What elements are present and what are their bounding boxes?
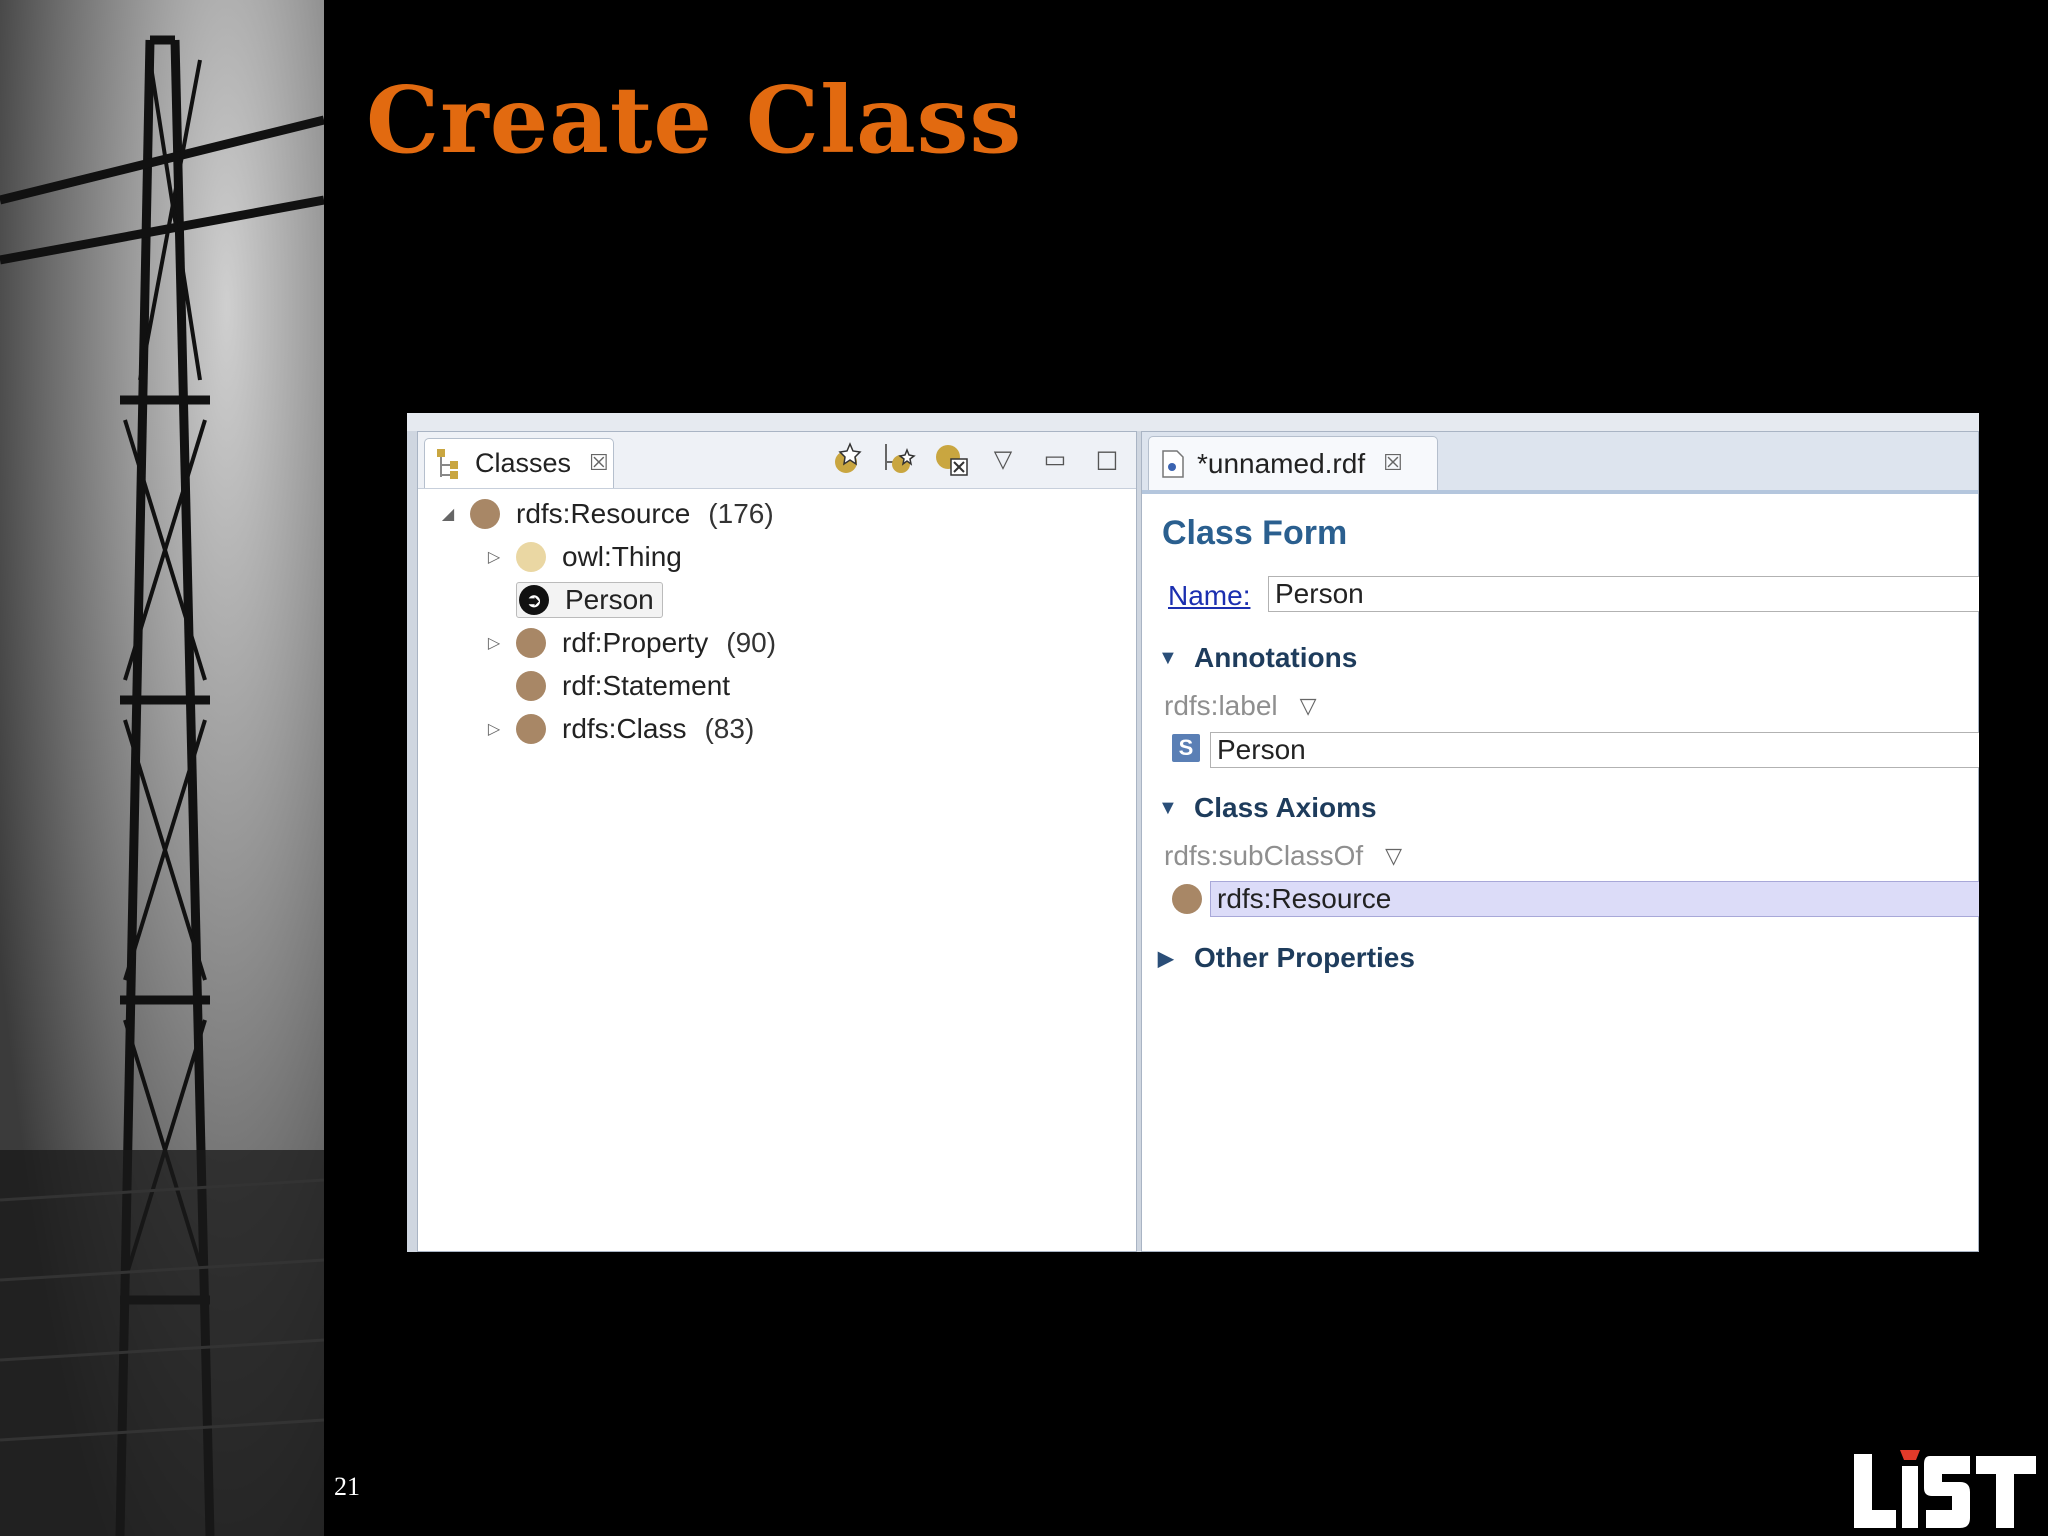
classes-view-toolbar: ▽ ▭ □	[828, 440, 1126, 478]
class-icon	[470, 499, 500, 529]
section-label: Other Properties	[1194, 942, 1415, 973]
new-subclass-icon[interactable]	[880, 440, 918, 478]
uist-logo-icon	[1854, 1450, 2036, 1528]
form-title: Class Form	[1162, 514, 1348, 552]
delete-class-icon[interactable]	[932, 440, 970, 478]
dropdown-icon[interactable]: ▽	[1385, 843, 1402, 869]
class-editor: *unnamed.rdf ☒ Class Form Name: Person ▼…	[1141, 431, 1979, 1252]
expanded-arrow-icon: ▼	[1158, 796, 1178, 819]
section-label: Annotations	[1194, 642, 1358, 673]
section-class-axioms[interactable]: ▼ Class Axioms	[1158, 792, 1377, 824]
app-screenshot: Classes ☒ ▽ ▭ □ ◢ rdfs:Resource (176) ▷ …	[407, 413, 1979, 1252]
tab-classes[interactable]: Classes ☒	[424, 438, 614, 488]
property-label: rdfs:subClassOf	[1164, 840, 1364, 871]
tree-item-owl-thing[interactable]: ▷ owl:Thing	[484, 537, 682, 577]
editor-tabbar: *unnamed.rdf ☒	[1142, 432, 1978, 494]
tab-unnamed-rdf-label: *unnamed.rdf	[1197, 447, 1366, 479]
rdfs-subclassof-property[interactable]: rdfs:subClassOf ▽	[1164, 840, 1402, 872]
crane-silhouette-icon	[0, 35, 324, 1536]
view-menu-icon[interactable]: ▽	[984, 440, 1022, 478]
class-icon	[516, 714, 546, 744]
selected-item-box: ➲ Person	[516, 582, 663, 618]
tree-item-rdf-statement[interactable]: rdf:Statement	[516, 666, 730, 706]
section-annotations[interactable]: ▼ Annotations	[1158, 642, 1357, 674]
expanded-arrow-icon: ▼	[1158, 646, 1178, 669]
tree-item-count: (176)	[708, 498, 774, 529]
subclass-value-field[interactable]: rdfs:Resource	[1210, 881, 1979, 917]
tree-item-count: (83)	[704, 713, 755, 744]
tree-item-rdfs-class[interactable]: ▷ rdfs:Class (83)	[484, 709, 754, 749]
tree-item-rdfs-resource[interactable]: ◢ rdfs:Resource (176)	[438, 494, 774, 534]
string-literal-icon: S	[1172, 734, 1200, 762]
section-label: Class Axioms	[1194, 792, 1377, 823]
new-class-icon[interactable]	[828, 440, 866, 478]
property-label: rdfs:label	[1164, 690, 1278, 721]
rdf-file-icon	[1162, 449, 1184, 478]
new-class-marker-icon: ➲	[519, 585, 549, 615]
close-icon[interactable]: ☒	[1383, 451, 1403, 476]
tree-item-rdf-property[interactable]: ▷ rdf:Property (90)	[484, 623, 776, 663]
name-link[interactable]: Name:	[1168, 580, 1250, 612]
tree-item-label: owl:Thing	[562, 541, 682, 572]
slide-title: Create Class	[366, 66, 1023, 174]
label-value-field[interactable]: Person	[1210, 732, 1979, 768]
class-icon	[1172, 884, 1202, 914]
tree-item-label: Person	[565, 584, 654, 615]
collapsed-arrow-icon: ▶	[1158, 947, 1174, 970]
rdfs-label-property[interactable]: rdfs:label ▽	[1164, 690, 1317, 722]
tree-item-label: rdf:Property	[562, 627, 709, 658]
class-icon	[516, 542, 546, 572]
slide-number: 21	[334, 1472, 360, 1501]
tab-classes-label: Classes	[475, 448, 572, 478]
top-toolbar-strip	[407, 413, 1979, 431]
tree-item-label: rdf:Statement	[562, 670, 731, 701]
tree-item-person[interactable]: ➲ Person	[516, 580, 663, 620]
dropdown-icon[interactable]: ▽	[1300, 693, 1317, 719]
name-field[interactable]: Person	[1268, 576, 1979, 612]
class-icon	[516, 671, 546, 701]
class-icon	[516, 628, 546, 658]
classes-view-tabbar: Classes ☒ ▽ ▭ □	[418, 432, 1136, 489]
expanded-arrow-icon[interactable]: ◢	[438, 504, 458, 524]
tab-unnamed-rdf[interactable]: *unnamed.rdf ☒	[1148, 436, 1438, 490]
crane-photo	[0, 0, 324, 1536]
uist-logo	[1850, 1448, 2040, 1532]
minimize-icon[interactable]: ▭	[1036, 440, 1074, 478]
classes-view: Classes ☒ ▽ ▭ □ ◢ rdfs:Resource (176) ▷ …	[417, 431, 1137, 1252]
tree-item-label: rdfs:Resource	[516, 498, 691, 529]
hierarchy-icon	[437, 448, 458, 479]
collapsed-arrow-icon[interactable]: ▷	[484, 547, 504, 567]
maximize-icon[interactable]: □	[1088, 440, 1126, 478]
collapsed-arrow-icon[interactable]: ▷	[484, 633, 504, 653]
collapsed-arrow-icon[interactable]: ▷	[484, 719, 504, 739]
tree-item-count: (90)	[726, 627, 777, 658]
section-other-properties[interactable]: ▶ Other Properties	[1158, 942, 1415, 974]
tree-item-label: rdfs:Class	[562, 713, 687, 744]
close-icon[interactable]: ☒	[589, 451, 609, 476]
